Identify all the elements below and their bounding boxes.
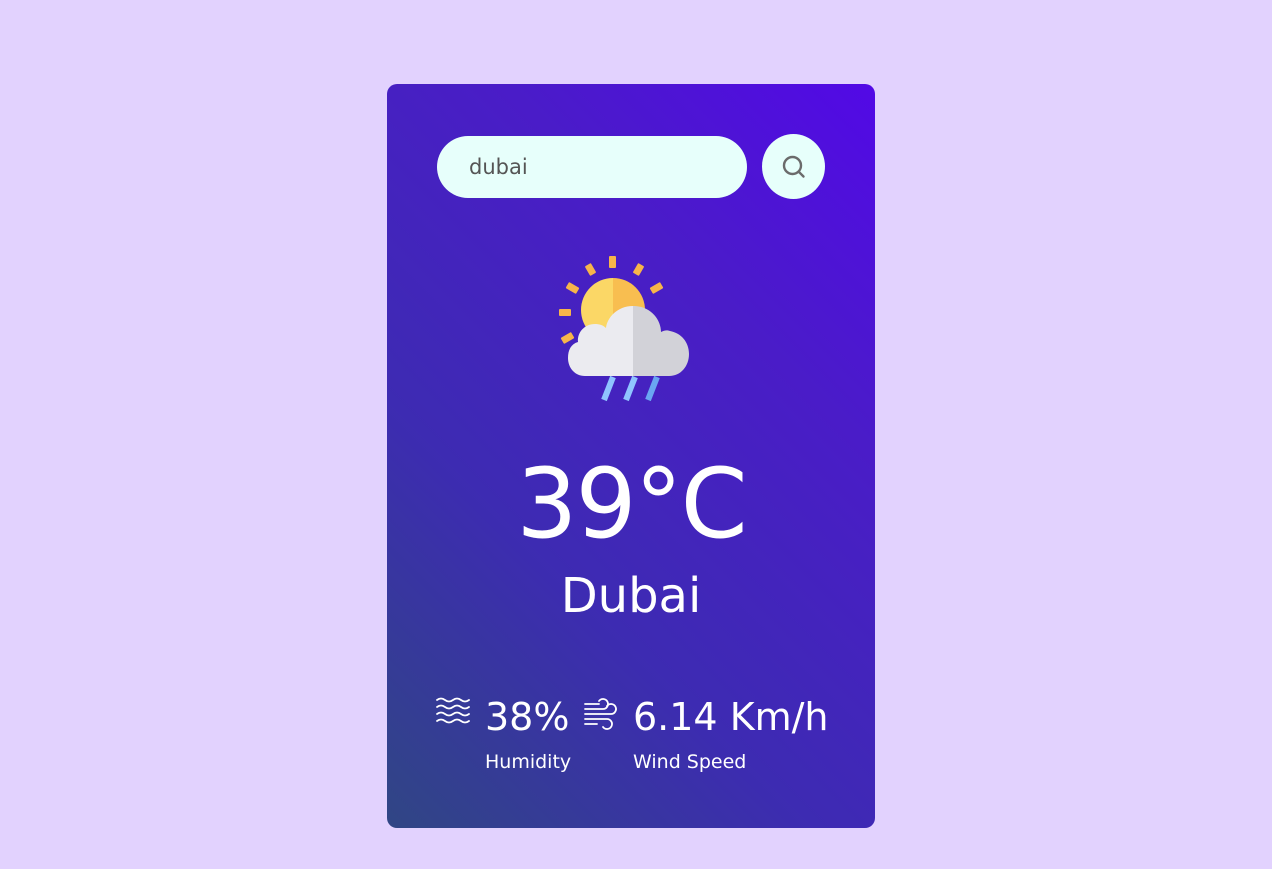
wind-speed-value: 6.14 Km/h xyxy=(633,695,829,739)
humidity-value: 38% xyxy=(485,695,570,739)
temperature-value: 39°C xyxy=(516,448,747,560)
humidity-label: Humidity xyxy=(485,751,572,773)
wind-icon xyxy=(584,698,617,730)
weather-card: 39°C Dubai 38% Humidity 6.14 Km/h Wind S… xyxy=(387,84,875,828)
humidity-waves-icon xyxy=(436,697,470,724)
city-search-input[interactable] xyxy=(437,136,747,198)
rain-sun-cloud-icon xyxy=(559,256,689,402)
wind-speed-label: Wind Speed xyxy=(633,751,747,773)
city-name: Dubai xyxy=(560,568,702,624)
search-icon xyxy=(782,155,805,178)
search-button[interactable] xyxy=(762,134,825,199)
